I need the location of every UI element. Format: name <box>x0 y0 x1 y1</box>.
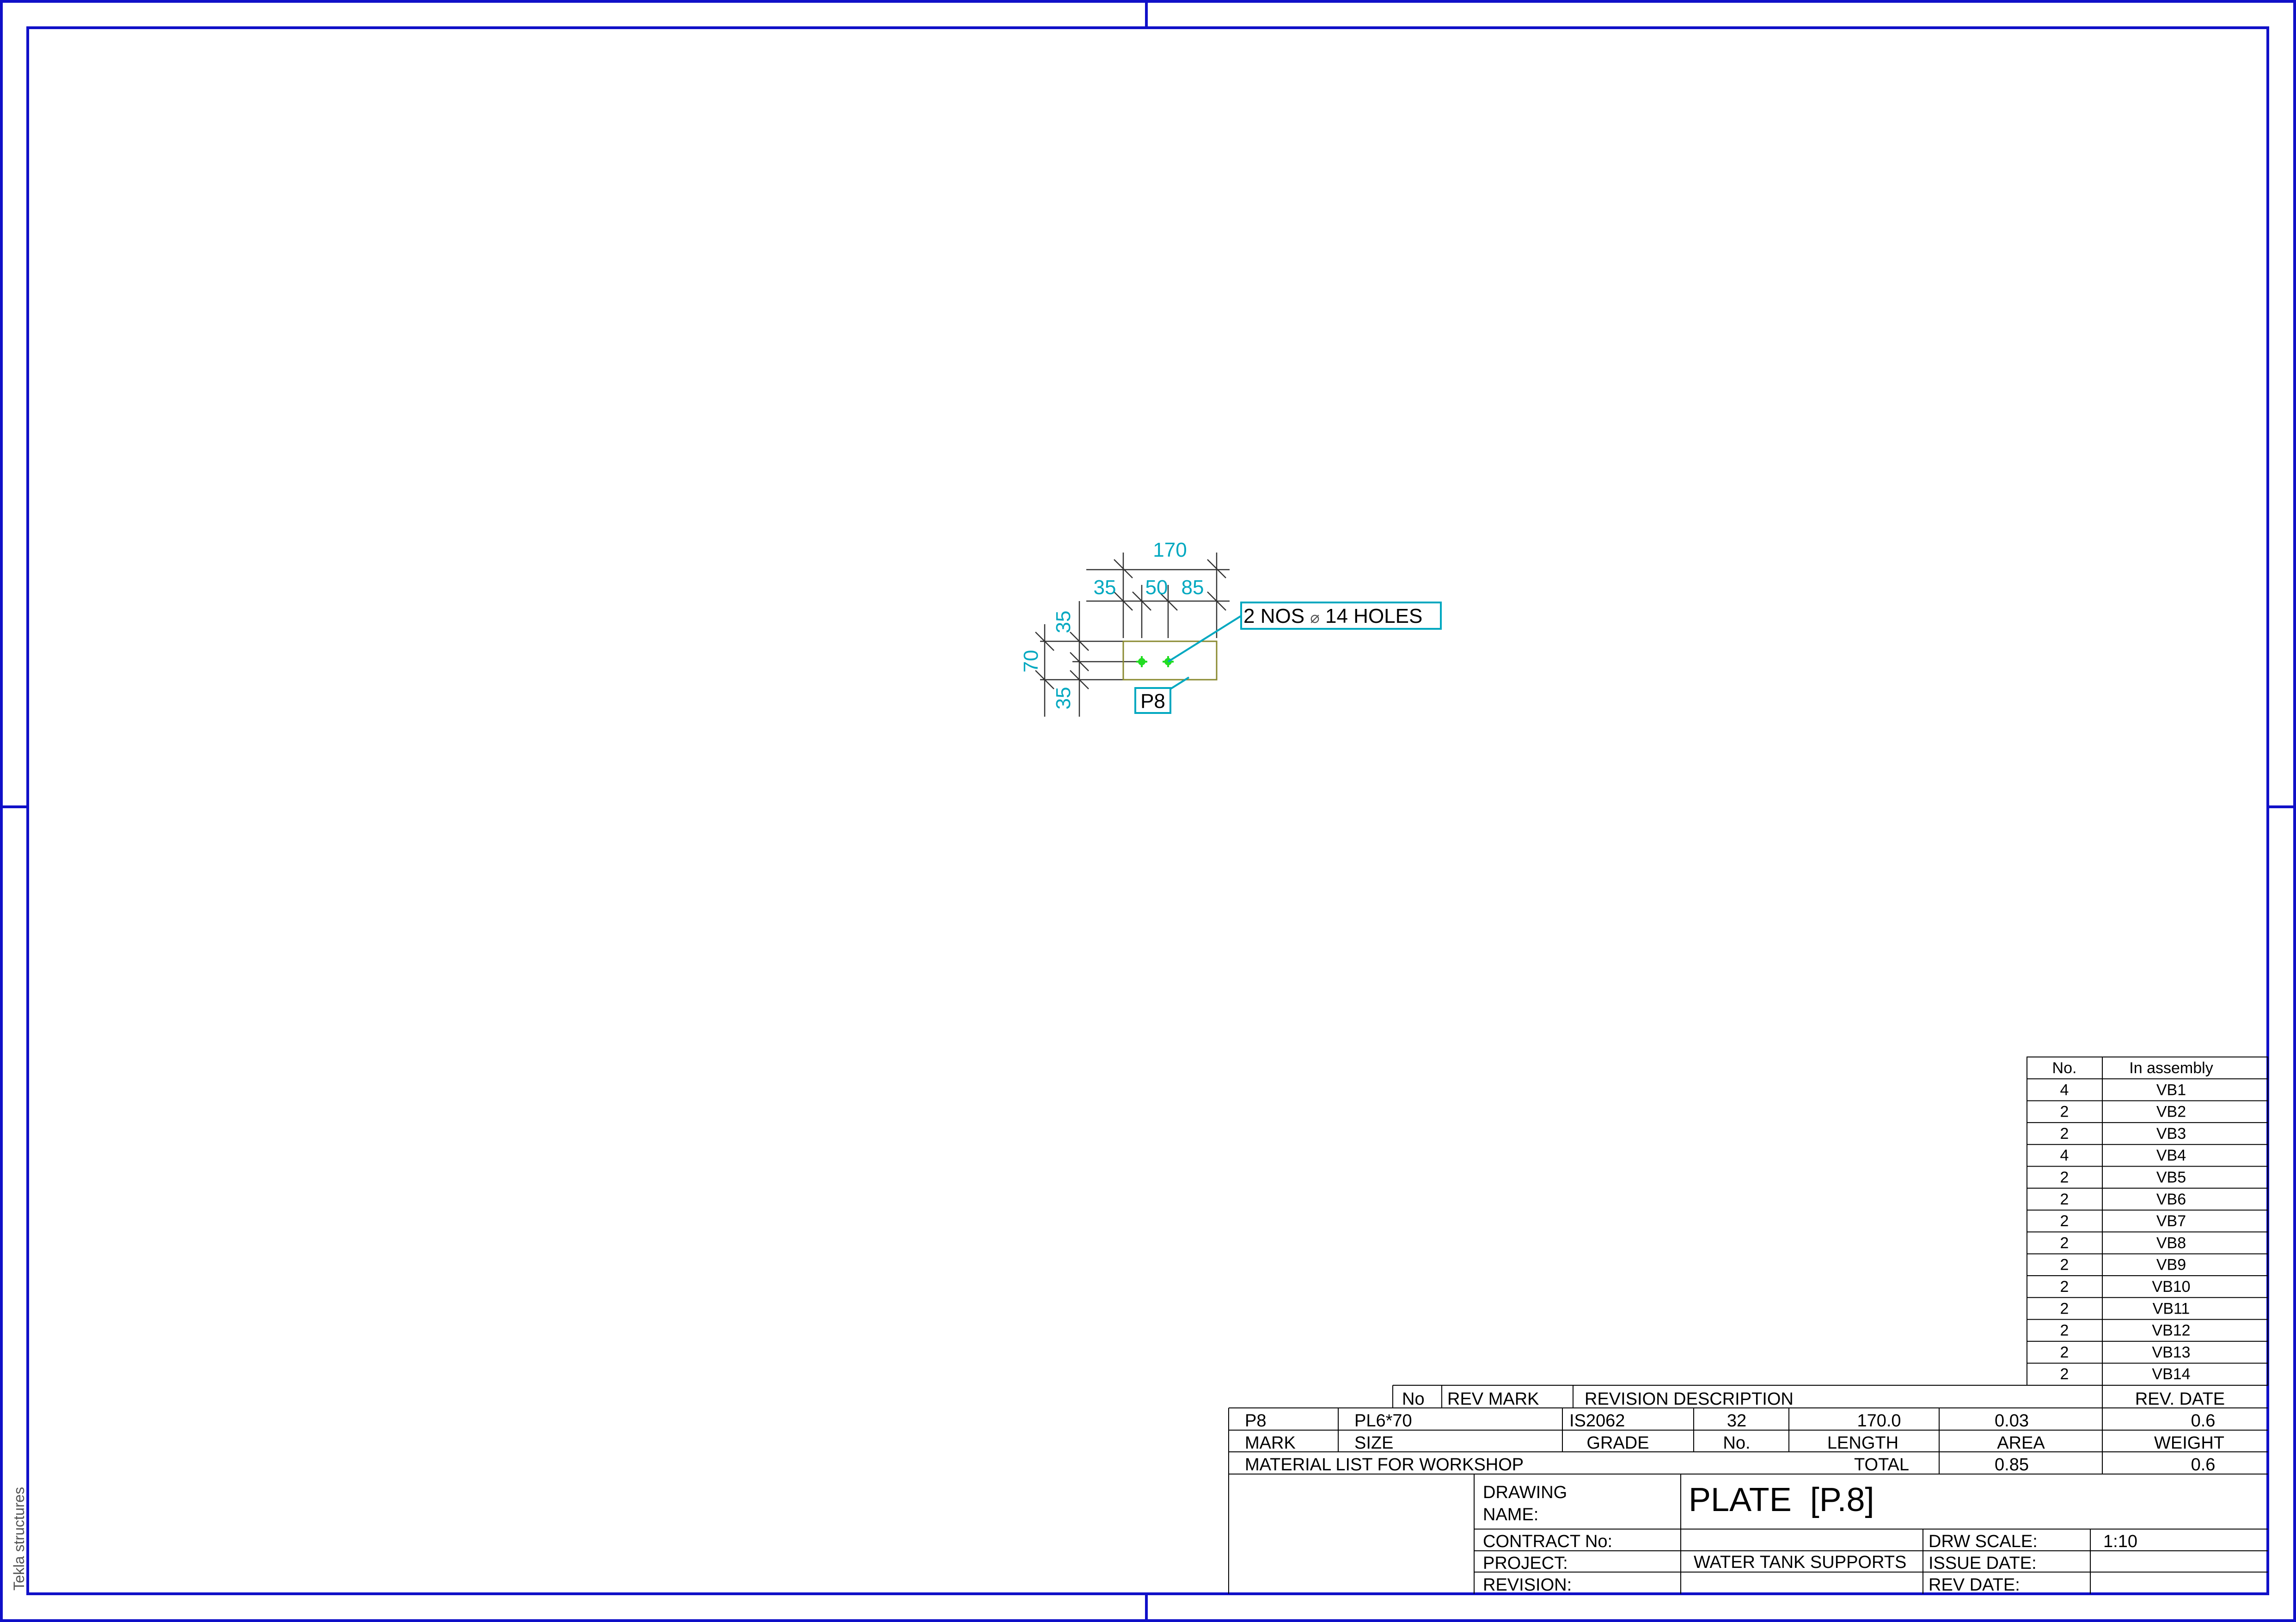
issue-date-label: ISSUE DATE: <box>1929 1554 2037 1573</box>
total-label: TOTAL <box>1854 1455 1909 1475</box>
contract-label: CONTRACT No: <box>1483 1532 1612 1551</box>
assembly-name: VB4 <box>2156 1147 2186 1164</box>
dim-overall: 170 <box>1153 539 1187 561</box>
hole-callout: 2 NOS ⌀ 14 HOLES <box>1243 605 1422 627</box>
material-size: PL6*70 <box>1354 1411 1412 1431</box>
material-area: 0.03 <box>1995 1411 2029 1431</box>
assembly-name: VB12 <box>2152 1322 2190 1339</box>
assembly-name: VB3 <box>2156 1125 2186 1143</box>
side-label: Tekla structures <box>11 1487 27 1591</box>
header-area: AREA <box>1997 1433 2045 1453</box>
assembly-name: VB10 <box>2152 1278 2190 1296</box>
dim-seg1: 35 <box>1094 576 1116 599</box>
diameter-icon: ⌀ <box>1310 609 1319 627</box>
header-no: No. <box>1723 1433 1750 1453</box>
assembly-count: 2 <box>2060 1169 2069 1186</box>
dim-vert-top: 35 <box>1052 611 1075 633</box>
rev-date-label: REV DATE: <box>1929 1575 2020 1595</box>
material-weight: 0.6 <box>2191 1411 2216 1431</box>
rev-header-mark: REV MARK <box>1447 1389 1539 1409</box>
header-mark: MARK <box>1245 1433 1296 1453</box>
rev-header-date: REV. DATE <box>2135 1389 2225 1409</box>
assembly-count: 2 <box>2060 1234 2069 1252</box>
total-weight: 0.6 <box>2191 1455 2216 1475</box>
assembly-count: 2 <box>2060 1212 2069 1230</box>
rev-header-no: No <box>1402 1389 1425 1409</box>
assembly-count: 4 <box>2060 1147 2069 1164</box>
assembly-name: VB8 <box>2156 1234 2186 1252</box>
header-weight: WEIGHT <box>2154 1433 2224 1453</box>
revision-label: REVISION: <box>1483 1575 1572 1595</box>
material-grade: IS2062 <box>1569 1411 1625 1431</box>
drawing-name-label-2: NAME: <box>1483 1505 1538 1524</box>
header-length: LENGTH <box>1827 1433 1898 1453</box>
assembly-count: 4 <box>2060 1081 2069 1099</box>
assembly-name: VB5 <box>2156 1169 2186 1186</box>
assembly-header-no: No. <box>2052 1059 2077 1077</box>
assembly-name: VB9 <box>2156 1256 2186 1274</box>
part-mark: P8 <box>1140 690 1165 713</box>
material-list-label: MATERIAL LIST FOR WORKSHOP <box>1245 1455 1524 1475</box>
assembly-header-in: In assembly <box>2129 1059 2213 1077</box>
material-no: 32 <box>1727 1411 1746 1431</box>
assembly-count: 2 <box>2060 1256 2069 1274</box>
assembly-name: VB1 <box>2156 1081 2186 1099</box>
assembly-name: VB11 <box>2153 1300 2190 1317</box>
drawing-name: PLATE [P.8] <box>1689 1481 1874 1518</box>
dim-vert-total: 70 <box>1020 650 1042 673</box>
assembly-name: VB14 <box>2152 1365 2190 1383</box>
drawing-name-label-1: DRAWING <box>1483 1483 1567 1502</box>
assembly-name: VB13 <box>2152 1344 2190 1361</box>
total-area: 0.85 <box>1995 1455 2029 1475</box>
assembly-count: 2 <box>2060 1125 2069 1143</box>
project-value: WATER TANK SUPPORTS <box>1694 1553 1906 1572</box>
assembly-count: 2 <box>2060 1322 2069 1339</box>
assembly-name: VB7 <box>2156 1212 2186 1230</box>
assembly-name: VB2 <box>2156 1103 2186 1121</box>
assembly-count: 2 <box>2060 1365 2069 1383</box>
assembly-count: 2 <box>2060 1191 2069 1208</box>
dim-seg2: 50 <box>1145 576 1168 599</box>
material-length: 170.0 <box>1857 1411 1901 1431</box>
dim-seg3: 85 <box>1182 576 1204 599</box>
header-size: SIZE <box>1354 1433 1393 1453</box>
material-mark: P8 <box>1245 1411 1266 1431</box>
assembly-count: 2 <box>2060 1344 2069 1361</box>
assembly-count: 2 <box>2060 1278 2069 1296</box>
assembly-name: VB6 <box>2156 1191 2186 1208</box>
assembly-count: 2 <box>2060 1103 2069 1121</box>
project-label: PROJECT: <box>1483 1554 1568 1573</box>
scale-label: DRW SCALE: <box>1929 1532 2038 1551</box>
scale-value: 1:10 <box>2103 1532 2137 1551</box>
drawing-sheet: Tekla structures 170 35 50 85 35 70 35 2… <box>0 0 2296 1622</box>
dim-vert-bottom: 35 <box>1052 687 1075 710</box>
rev-header-desc: REVISION DESCRIPTION <box>1585 1389 1794 1409</box>
assembly-count: 2 <box>2060 1300 2069 1317</box>
header-grade: GRADE <box>1586 1433 1649 1453</box>
